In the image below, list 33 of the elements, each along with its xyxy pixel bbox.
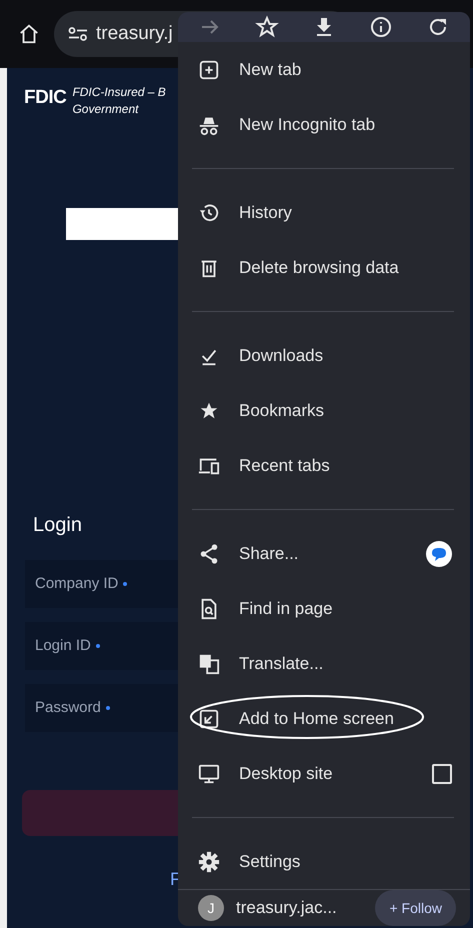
monitor-icon	[198, 762, 220, 784]
translate-icon	[198, 652, 220, 674]
menu-item[interactable]: History	[178, 185, 470, 240]
tune-icon	[68, 27, 88, 41]
menu-item[interactable]: New tab	[178, 42, 470, 97]
share-icon	[198, 542, 220, 564]
plus-box-icon	[198, 58, 220, 80]
messages-app-icon[interactable]	[426, 540, 452, 566]
add-to-home-icon	[198, 708, 220, 730]
tagline-text: Government	[72, 101, 140, 118]
menu-item[interactable]: Downloads	[178, 328, 470, 383]
settings-icon	[198, 850, 220, 872]
placeholder-text: Login ID	[35, 636, 91, 656]
home-icon[interactable]	[18, 23, 40, 45]
menu-item[interactable]: Desktop site	[178, 746, 470, 801]
placeholder-text: Company ID	[35, 574, 118, 594]
info-icon[interactable]	[368, 15, 393, 39]
placeholder-text: Password	[35, 698, 101, 718]
site-avatar: J	[198, 895, 224, 921]
menu-item[interactable]: Settings	[178, 834, 470, 889]
menu-item[interactable]: Delete browsing data	[178, 240, 470, 295]
url-text: treasury.j	[96, 22, 173, 46]
logo-text: FDIC	[24, 86, 66, 110]
site-name: treasury.jac...	[236, 897, 337, 920]
history-icon	[198, 202, 220, 224]
tagline-text: FDIC-Insured – B	[72, 84, 166, 101]
follow-button[interactable]: + Follow	[375, 890, 456, 926]
menu-item[interactable]: Recent tabs	[178, 438, 470, 493]
login-heading: Login	[33, 513, 83, 538]
menu-item[interactable]: New Incognito tab	[178, 97, 470, 152]
star-icon[interactable]	[255, 15, 280, 39]
checkbox[interactable]	[432, 764, 452, 784]
menu-item[interactable]: Bookmarks	[178, 383, 470, 438]
